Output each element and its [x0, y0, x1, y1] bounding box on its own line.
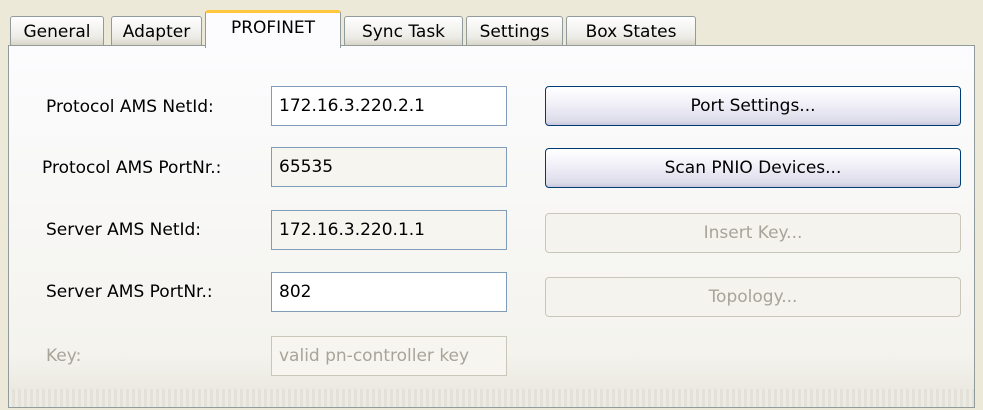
- server-portnr-label: Server AMS PortNr.:: [46, 282, 213, 302]
- tab-sync-task[interactable]: Sync Task: [344, 16, 463, 46]
- tab-general[interactable]: General: [10, 16, 104, 46]
- tab-settings[interactable]: Settings: [466, 16, 563, 46]
- insert-key-button[interactable]: Insert Key...: [545, 213, 961, 253]
- protocol-portnr-field[interactable]: 65535: [271, 147, 507, 187]
- server-netid-field[interactable]: 172.16.3.220.1.1: [271, 210, 507, 250]
- server-netid-label: Server AMS NetId:: [46, 220, 202, 240]
- topology-button[interactable]: Topology...: [545, 277, 961, 317]
- tab-adapter[interactable]: Adapter: [111, 16, 202, 46]
- protocol-portnr-label: Protocol AMS PortNr.:: [42, 158, 222, 178]
- panel-bottom-shade: [9, 389, 974, 407]
- profinet-panel: Protocol AMS NetId: 172.16.3.220.2.1 Por…: [8, 45, 975, 408]
- key-label: Key:: [46, 346, 82, 366]
- tab-box-states[interactable]: Box States: [566, 16, 696, 46]
- tab-profinet[interactable]: PROFINET: [205, 10, 341, 48]
- scan-pnio-devices-button[interactable]: Scan PNIO Devices...: [545, 148, 961, 188]
- port-settings-button[interactable]: Port Settings...: [545, 86, 961, 126]
- key-field[interactable]: valid pn-controller key: [271, 336, 507, 376]
- protocol-netid-field[interactable]: 172.16.3.220.2.1: [271, 86, 507, 126]
- protocol-netid-label: Protocol AMS NetId:: [46, 97, 214, 117]
- server-portnr-field[interactable]: 802: [271, 272, 507, 312]
